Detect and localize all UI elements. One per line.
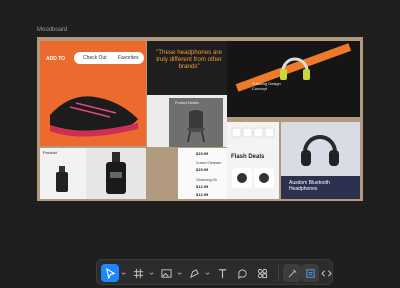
moodboard-frame[interactable]: ADD TO Check Out Favorites "These headph… [37,37,363,201]
comment-tool-button[interactable] [233,264,251,282]
chair-tile[interactable]: Product Details [147,95,227,147]
headphones-tile[interactable]: Ausdom Bluetooth Headphones [281,122,360,199]
item-name: Cleansing Oil [196,178,217,182]
comment-icon [237,268,247,279]
chevron-down-icon[interactable] [177,271,182,276]
chair-label: Product Details [175,101,199,105]
category-icons [231,127,275,138]
check-out-button[interactable]: Check Out [83,55,107,61]
earbuds-image [232,168,274,188]
serum-tile[interactable] [86,148,146,199]
headphones-title: Ausdom Bluetooth Headphones [289,180,330,192]
chevron-down-icon[interactable] [205,271,210,276]
item-price: $12.99 [196,192,209,197]
cursor-icon [105,267,116,279]
image-icon [160,268,172,278]
code-icon [320,269,332,277]
chair-icon [187,110,205,143]
top-price: $19.99 [196,151,209,156]
product-title: Product [43,150,57,155]
chevron-down-icon[interactable] [121,271,126,276]
pencil-icon [288,269,296,277]
dark-product-tile[interactable]: Tracking Design Concept [227,41,360,117]
image-tool-button[interactable] [157,264,175,282]
quote-text: "These headphones are truly different fr… [156,49,222,70]
pen-icon [189,268,199,278]
frame-icon [133,268,143,278]
item-price: $15.99 [196,167,209,172]
text-tool-button[interactable] [213,264,231,282]
price-list-tile[interactable]: $19.99 Cream Cleanser $15.99 Cleansing O… [178,148,227,199]
favorites-button[interactable]: Favorites [118,55,139,61]
flash-deals-title: Flash Deals [231,154,265,160]
serum-bottle-icon [106,152,126,194]
item-price: $12.99 [196,184,209,189]
move-tool-button[interactable] [101,264,119,282]
frame-tool-button[interactable] [129,264,147,282]
shoe-brand: ADD TO [46,56,66,62]
sneaker-image [50,96,138,137]
text-icon [218,268,226,278]
components-tool-button[interactable] [253,264,271,282]
toolbar-divider [278,265,279,281]
dev-mode-button[interactable] [283,264,301,282]
code-button[interactable] [317,264,335,282]
chair-card: Product Details [169,98,223,147]
bottom-toolbar [96,259,333,285]
item-name: Cream Cleanser [196,161,222,165]
chevron-down-icon[interactable] [149,271,154,276]
bottle-icon [56,166,68,192]
flash-deals-tile[interactable]: Flash Deals [227,122,279,199]
components-icon [257,268,267,278]
frame-label[interactable]: Moodboard [37,27,67,33]
pen-tool-button[interactable] [185,264,203,282]
headphones-icon [301,135,339,166]
layout-icon [305,268,315,278]
headphones-icon [280,57,310,80]
shoe-ad-tile[interactable]: ADD TO Check Out Favorites [40,41,146,146]
